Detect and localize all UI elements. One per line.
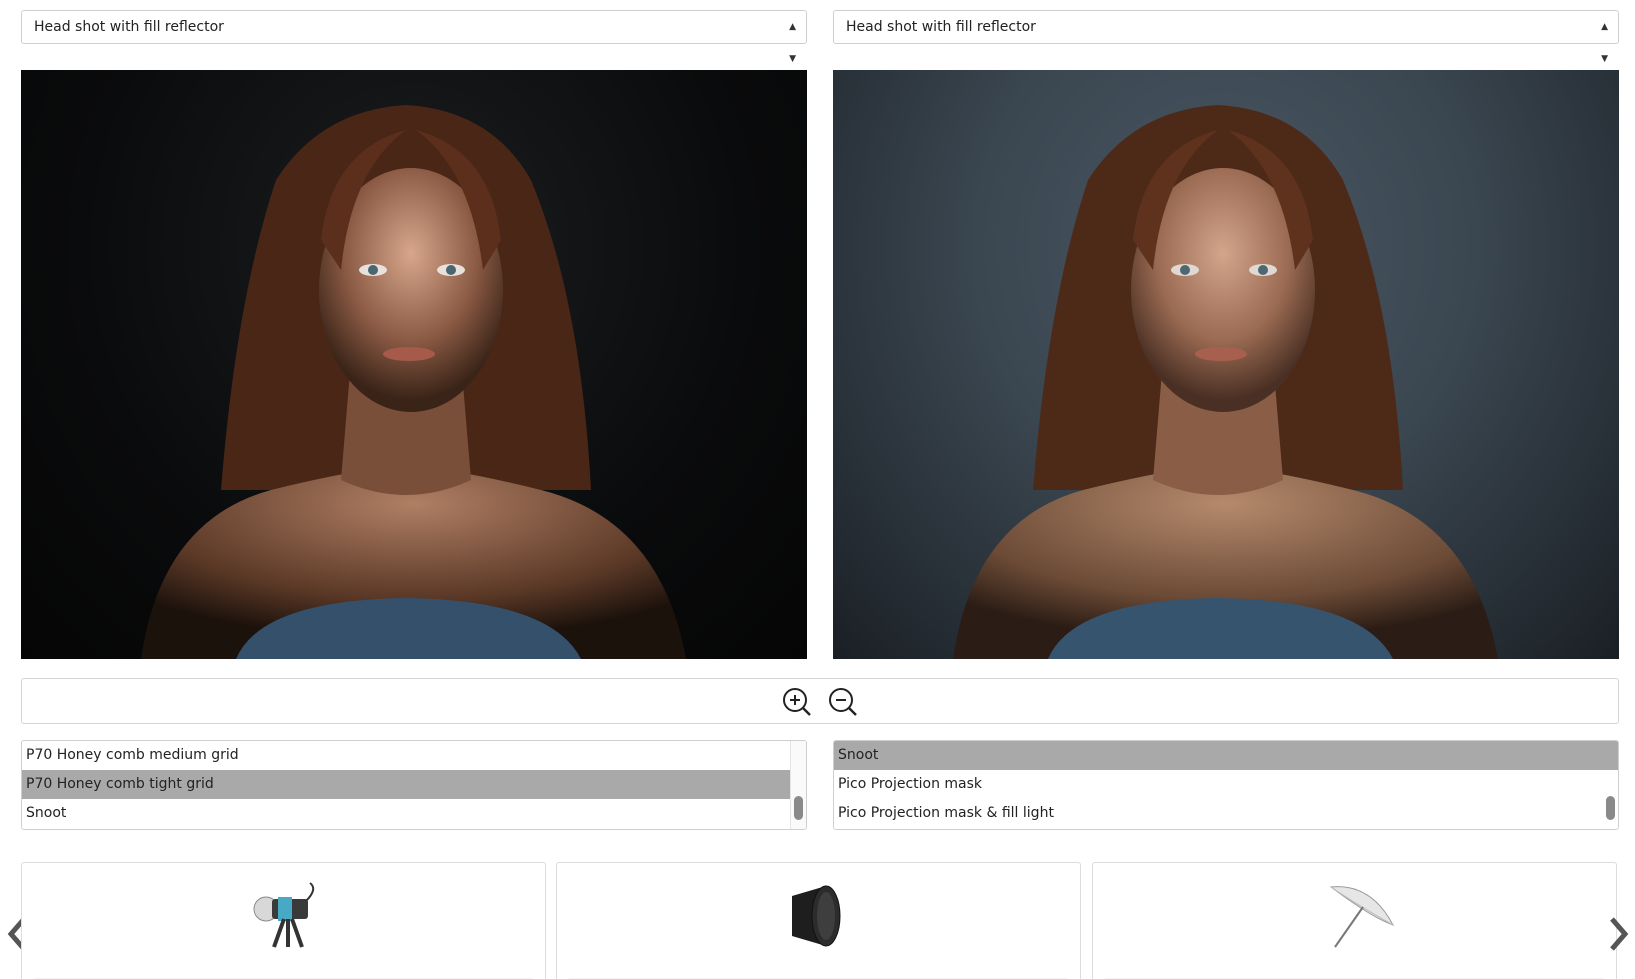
left-portrait-photo [21,70,807,659]
carousel-item-umbrella[interactable] [1092,862,1617,979]
reflector-dish-icon [792,885,841,947]
umbrella-icon [1329,886,1395,948]
list-item[interactable]: Pico Projection mask & fill light [834,799,1618,828]
carousel-item-flash-head[interactable] [21,862,546,979]
list-item[interactable]: P70 Honey comb medium grid [22,741,806,770]
list-item[interactable]: Snoot [22,799,806,828]
list-scrollbar-thumb[interactable] [1606,796,1615,820]
studio-flash-head-icon [253,882,315,948]
zoom-out-icon[interactable] [828,687,858,717]
zoom-in-icon[interactable] [782,687,812,717]
list-item[interactable]: Pico Projection mask [834,770,1618,799]
left-setup-select[interactable]: Head shot with fill reflector ▲ ▼ [21,10,807,64]
list-item-selected[interactable]: P70 Honey comb tight grid [22,770,806,799]
left-setup-select-value: Head shot with fill reflector [34,19,224,35]
right-light-modifier-list[interactable]: Snoot Pico Projection mask Pico Projecti… [833,740,1619,830]
chevron-right-icon[interactable] [1608,916,1630,952]
select-arrows-icon: ▲ ▼ [1601,22,1608,64]
carousel-item-reflector[interactable] [556,862,1081,979]
list-scrollbar-thumb[interactable] [794,796,803,820]
list-scrollbar[interactable] [790,741,806,829]
right-setup-select-value: Head shot with fill reflector [846,19,1036,35]
list-item-selected[interactable]: Snoot [834,741,1618,770]
right-portrait-photo [833,70,1619,659]
left-light-modifier-list[interactable]: P70 Honey comb medium grid P70 Honey com… [21,740,807,830]
zoom-toolbar [21,678,1619,724]
select-arrows-icon: ▲ ▼ [789,22,796,64]
right-setup-select[interactable]: Head shot with fill reflector ▲ ▼ [833,10,1619,64]
